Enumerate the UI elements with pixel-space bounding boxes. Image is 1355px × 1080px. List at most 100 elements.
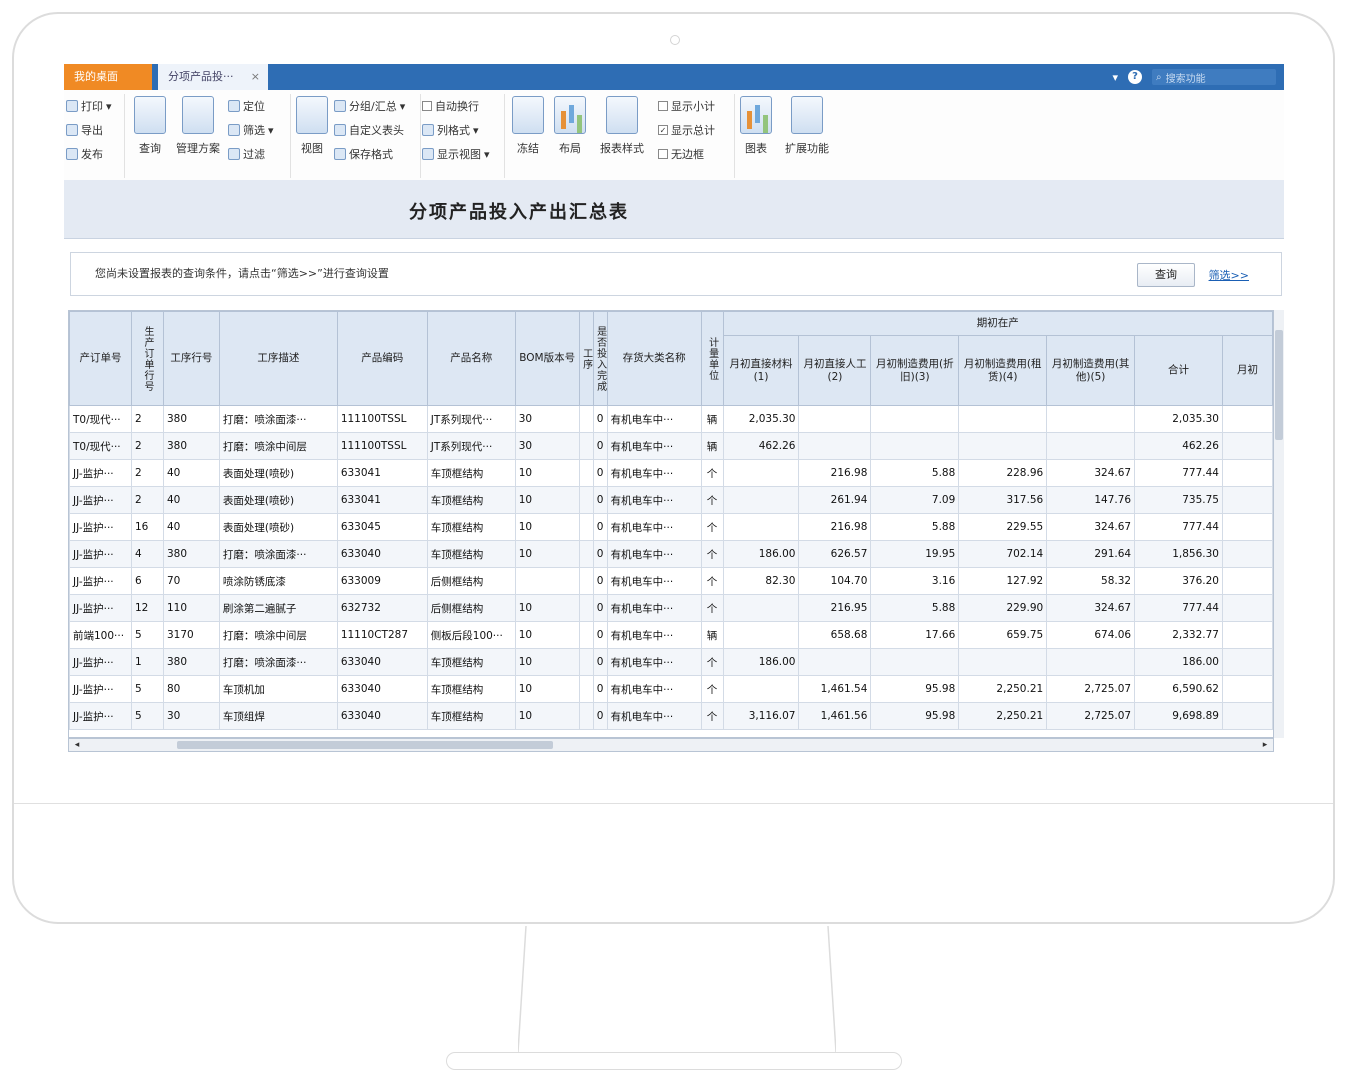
table-cell[interactable]: 10 bbox=[514, 513, 580, 541]
table-cell[interactable]: 车顶框结构 bbox=[426, 459, 516, 487]
table-cell[interactable]: 0 bbox=[592, 486, 608, 514]
table-cell[interactable]: 前端100··· bbox=[69, 621, 132, 649]
table-cell[interactable]: 1,461.54 bbox=[798, 675, 872, 703]
table-cell[interactable]: 辆 bbox=[700, 621, 724, 649]
table-cell[interactable]: 6,590.62 bbox=[1134, 675, 1223, 703]
locate-button[interactable]: 定位 bbox=[228, 94, 290, 118]
table-cell[interactable]: 4 bbox=[130, 540, 164, 568]
table-cell[interactable]: 10 bbox=[514, 540, 580, 568]
table-cell[interactable]: 2,035.30 bbox=[722, 405, 800, 433]
table-cell[interactable] bbox=[798, 648, 872, 676]
table-cell[interactable]: 324.67 bbox=[1046, 594, 1136, 622]
table-cell[interactable]: 有机电车中··· bbox=[606, 513, 702, 541]
horizontal-scroll-thumb[interactable] bbox=[177, 741, 553, 749]
table-cell[interactable]: 82.30 bbox=[722, 567, 800, 595]
table-cell[interactable]: 车顶机加 bbox=[218, 675, 338, 703]
table-cell[interactable]: 5 bbox=[130, 621, 164, 649]
show-view-button[interactable]: 显示视图 ▾ bbox=[422, 142, 504, 166]
table-cell[interactable]: 7.09 bbox=[870, 486, 960, 514]
table-cell[interactable]: 633040 bbox=[336, 540, 428, 568]
table-cell[interactable]: 30 bbox=[514, 432, 580, 460]
table-cell[interactable]: 777.44 bbox=[1134, 513, 1223, 541]
table-cell[interactable] bbox=[870, 648, 960, 676]
column-header[interactable]: 工序 bbox=[578, 311, 594, 406]
table-cell[interactable]: 380 bbox=[162, 540, 220, 568]
table-cell[interactable]: 有机电车中··· bbox=[606, 540, 702, 568]
table-cell[interactable]: 3,116.07 bbox=[722, 702, 800, 730]
table-cell[interactable]: 111100TSSL bbox=[336, 405, 428, 433]
table-cell[interactable]: 车顶框结构 bbox=[426, 540, 516, 568]
table-cell[interactable]: JJ-监护··· bbox=[69, 567, 132, 595]
table-cell[interactable]: 2 bbox=[130, 432, 164, 460]
table-cell[interactable]: 216.98 bbox=[798, 459, 872, 487]
table-cell[interactable]: 0 bbox=[592, 621, 608, 649]
table-cell[interactable]: 228.96 bbox=[958, 459, 1048, 487]
table-cell[interactable] bbox=[1222, 513, 1273, 541]
table-cell[interactable]: 10 bbox=[514, 594, 580, 622]
table-cell[interactable]: 10 bbox=[514, 675, 580, 703]
table-cell[interactable]: 车顶组焊 bbox=[218, 702, 338, 730]
table-cell[interactable] bbox=[722, 459, 800, 487]
table-cell[interactable]: 462.26 bbox=[722, 432, 800, 460]
filter-link[interactable]: 筛选>> bbox=[1209, 267, 1249, 283]
table-row[interactable]: JJ-监护··· 5 30 车顶组焊 633040 车顶框结构 10 0 有机电车中··· 个 3,… bbox=[69, 702, 1273, 730]
table-cell[interactable]: 12 bbox=[130, 594, 164, 622]
column-header[interactable]: 月初直接材料(1) bbox=[722, 335, 800, 406]
table-cell[interactable] bbox=[1222, 405, 1273, 433]
column-header[interactable]: 月初制造费用(租赁)(4) bbox=[958, 335, 1048, 406]
column-header[interactable]: 生产订单行号 bbox=[130, 311, 164, 406]
table-cell[interactable]: 2 bbox=[130, 405, 164, 433]
table-cell[interactable]: 有机电车中··· bbox=[606, 675, 702, 703]
table-cell[interactable]: 376.20 bbox=[1134, 567, 1223, 595]
table-cell[interactable]: 0 bbox=[592, 459, 608, 487]
table-cell[interactable]: 127.92 bbox=[958, 567, 1048, 595]
column-header[interactable]: 月初制造费用(其他)(5) bbox=[1046, 335, 1136, 406]
table-cell[interactable] bbox=[1046, 405, 1136, 433]
table-cell[interactable]: 147.76 bbox=[1046, 486, 1136, 514]
table-cell[interactable]: 216.98 bbox=[798, 513, 872, 541]
table-cell[interactable] bbox=[722, 594, 800, 622]
column-header[interactable]: 产订单号 bbox=[69, 311, 132, 406]
table-cell[interactable]: 打磨：喷涂面漆··· bbox=[218, 405, 338, 433]
table-cell[interactable]: 10 bbox=[514, 486, 580, 514]
table-cell[interactable] bbox=[798, 405, 872, 433]
table-cell[interactable]: 40 bbox=[162, 459, 220, 487]
table-row[interactable]: JJ-监护··· 16 40 表面处理(喷砂) 633045 车顶框结构 10 0 有机电车中·… bbox=[69, 513, 1273, 541]
table-cell[interactable] bbox=[1222, 540, 1273, 568]
tab-home[interactable]: 我的桌面 bbox=[64, 64, 152, 90]
table-cell[interactable] bbox=[514, 567, 580, 595]
help-icon[interactable]: ? bbox=[1128, 70, 1142, 84]
table-row[interactable]: JJ-监护··· 12 110 刷涂第二遍腻子 632732 后侧框结构 10 0 有机电车中·… bbox=[69, 594, 1273, 622]
table-cell[interactable]: 633040 bbox=[336, 702, 428, 730]
table-cell[interactable] bbox=[870, 432, 960, 460]
table-cell[interactable]: 0 bbox=[592, 513, 608, 541]
table-cell[interactable] bbox=[958, 405, 1048, 433]
table-cell[interactable]: JJ-监护··· bbox=[69, 594, 132, 622]
table-cell[interactable]: 777.44 bbox=[1134, 594, 1223, 622]
table-cell[interactable]: 后侧框结构 bbox=[426, 594, 516, 622]
table-cell[interactable]: JT系列现代··· bbox=[426, 432, 516, 460]
table-cell[interactable] bbox=[578, 405, 594, 433]
table-cell[interactable]: 0 bbox=[592, 648, 608, 676]
table-cell[interactable]: 车顶框结构 bbox=[426, 486, 516, 514]
table-cell[interactable]: 674.06 bbox=[1046, 621, 1136, 649]
table-cell[interactable]: 有机电车中··· bbox=[606, 432, 702, 460]
manage-scheme-button[interactable]: 管理方案 bbox=[174, 96, 222, 156]
column-header[interactable]: 存货大类名称 bbox=[606, 311, 702, 406]
no-border-checkbox[interactable]: 无边框 bbox=[658, 142, 734, 166]
column-format-button[interactable]: 列格式 ▾ bbox=[422, 118, 504, 142]
table-cell[interactable]: 0 bbox=[592, 675, 608, 703]
table-cell[interactable]: 2 bbox=[130, 486, 164, 514]
table-cell[interactable]: 80 bbox=[162, 675, 220, 703]
table-cell[interactable]: 111100TSSL bbox=[336, 432, 428, 460]
table-cell[interactable] bbox=[798, 432, 872, 460]
table-cell[interactable] bbox=[578, 513, 594, 541]
table-cell[interactable]: 317.56 bbox=[958, 486, 1048, 514]
table-cell[interactable]: 702.14 bbox=[958, 540, 1048, 568]
table-cell[interactable]: 19.95 bbox=[870, 540, 960, 568]
table-cell[interactable] bbox=[578, 621, 594, 649]
scroll-left-icon[interactable]: ◂ bbox=[71, 739, 83, 751]
table-cell[interactable]: 有机电车中··· bbox=[606, 648, 702, 676]
table-cell[interactable] bbox=[722, 513, 800, 541]
table-cell[interactable]: 有机电车中··· bbox=[606, 567, 702, 595]
